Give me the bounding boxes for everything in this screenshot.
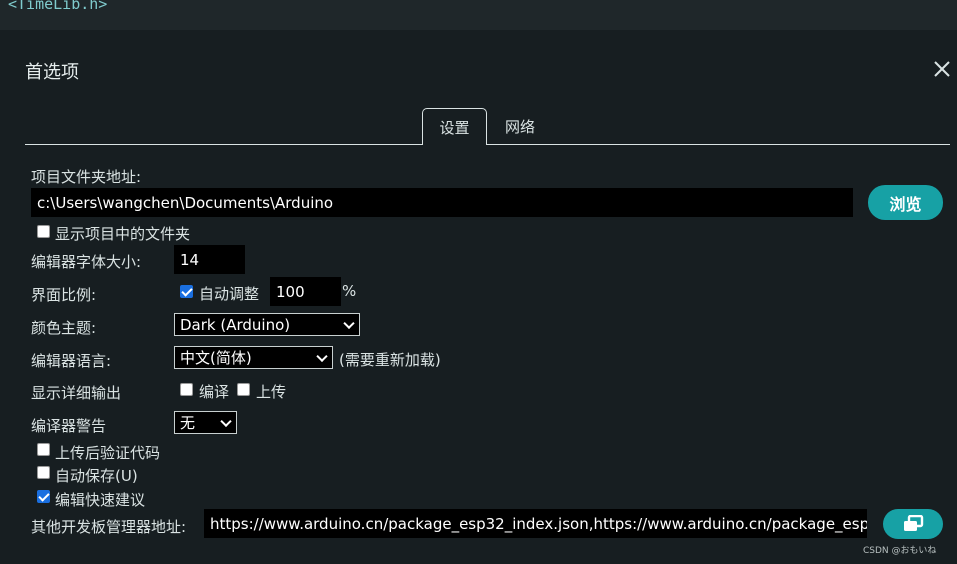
sketchbook-label: 项目文件夹地址:	[31, 168, 142, 186]
scale-unit: %	[342, 282, 357, 300]
autosave-checkbox[interactable]	[37, 466, 50, 479]
verbose-compile-label: 编译	[199, 383, 230, 401]
theme-select[interactable]: Dark (Arduino)	[174, 313, 360, 336]
editor-code-line: <TimeLib.h>	[8, 0, 108, 13]
chevron-down-icon	[343, 317, 355, 329]
chevron-down-icon	[220, 415, 232, 427]
language-select[interactable]: 中文(简体)	[174, 346, 333, 369]
edit-urls-button[interactable]	[883, 509, 943, 539]
open-window-icon	[904, 515, 924, 531]
close-icon[interactable]	[931, 58, 953, 80]
verbose-upload-checkbox[interactable]	[237, 383, 250, 396]
board-urls-label: 其他开发板管理器地址:	[31, 518, 187, 536]
auto-scale-label: 自动调整	[199, 285, 260, 303]
scale-label: 界面比例:	[31, 286, 97, 304]
font-size-label: 编辑器字体大小:	[31, 253, 142, 271]
show-sketch-files-checkbox[interactable]	[37, 225, 50, 238]
verbose-compile-checkbox[interactable]	[180, 383, 193, 396]
browse-button[interactable]: 浏览	[868, 185, 943, 220]
warnings-select-value: 无	[180, 414, 196, 432]
verify-upload-checkbox[interactable]	[37, 443, 50, 456]
warnings-select[interactable]: 无	[174, 411, 237, 434]
quick-suggest-checkbox[interactable]	[37, 490, 50, 503]
watermark: CSDN @おもいね	[863, 546, 937, 556]
tab-network[interactable]: 网络	[492, 108, 548, 145]
autosave-label: 自动保存(U)	[55, 467, 138, 485]
theme-select-value: Dark (Arduino)	[180, 315, 291, 334]
warnings-label: 编译器警告	[31, 417, 107, 435]
sketchbook-path-input[interactable]: c:\Users\wangchen\Documents\Arduino	[31, 188, 853, 217]
language-note: (需要重新加载)	[339, 351, 441, 369]
language-label: 编辑器语言:	[31, 352, 112, 370]
verbose-label: 显示详细输出	[31, 384, 122, 402]
language-select-value: 中文(简体)	[180, 349, 252, 367]
editor-background: <TimeLib.h>	[0, 0, 957, 30]
dialog-title: 首选项	[25, 62, 79, 83]
show-sketch-files-label: 显示项目中的文件夹	[55, 225, 191, 243]
chevron-down-icon	[316, 350, 328, 362]
tab-divider	[25, 144, 950, 145]
font-size-input[interactable]: 14	[174, 245, 245, 274]
tab-settings[interactable]: 设置	[422, 108, 487, 145]
verbose-upload-label: 上传	[256, 383, 287, 401]
quick-suggest-label: 编辑快速建议	[55, 491, 146, 509]
auto-scale-checkbox[interactable]	[180, 285, 193, 298]
scale-input[interactable]: 100	[270, 277, 341, 306]
board-urls-input[interactable]: https://www.arduino.cn/package_esp32_ind…	[204, 509, 867, 538]
verify-upload-label: 上传后验证代码	[55, 444, 161, 462]
preferences-dialog: 首选项 设置 网络 项目文件夹地址: c:\Users\wangchen\Doc…	[0, 30, 957, 564]
theme-label: 颜色主题:	[31, 319, 97, 337]
